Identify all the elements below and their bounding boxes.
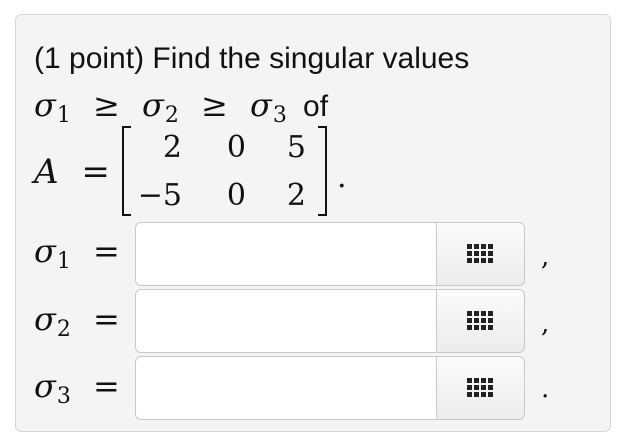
grid-palette-icon [467,311,495,331]
math-palette-button[interactable] [436,356,525,420]
trailing-period: . [541,374,550,404]
of-word: of [303,90,329,123]
sigma-ordering: σ1 ≥ σ2 ≥ σ3 of [34,84,328,131]
math-palette-button[interactable] [436,289,525,353]
sigma-2-symbol: σ2 [142,86,179,128]
matrix-cell: 0 [226,130,246,165]
matrix-cell: 0 [226,178,246,213]
matrix-equation-label: A = [34,152,122,192]
sigma-3-symbol: σ3 [250,86,287,128]
matrix-cell: 2 [162,130,182,165]
left-bracket [122,126,131,216]
matrix-cell: 2 [286,178,306,213]
grid-palette-icon [467,244,495,264]
sigma-2-input[interactable] [135,289,436,353]
sigma-2-answer-group [135,289,525,353]
trailing-comma: , [541,309,550,339]
matrix-name: A [34,152,59,192]
sigma-2-label: σ2 = [34,300,120,342]
grid-palette-icon [467,378,495,398]
sigma-1-symbol: σ1 [34,86,71,128]
geq-symbol: ≥ [93,86,120,124]
sigma-1-input[interactable] [135,222,436,286]
matrix-a: 2 0 5 −5 0 2 [122,126,327,218]
sigma-3-input[interactable] [135,356,436,420]
sigma-3-label: σ3 = [34,367,120,409]
geq-symbol: ≥ [201,86,228,124]
equals-sign: = [81,152,110,192]
sigma-3-answer-group [135,356,525,420]
problem-prompt: (1 point) Find the singular values [34,42,470,75]
matrix-period: . [337,160,347,195]
matrix-cell: 5 [286,130,306,165]
trailing-comma: , [541,242,550,272]
matrix-cell: −5 [137,178,182,213]
sigma-1-label: σ1 = [34,232,120,274]
right-bracket [318,126,327,216]
math-palette-button[interactable] [436,222,525,286]
sigma-1-answer-group [135,222,525,286]
